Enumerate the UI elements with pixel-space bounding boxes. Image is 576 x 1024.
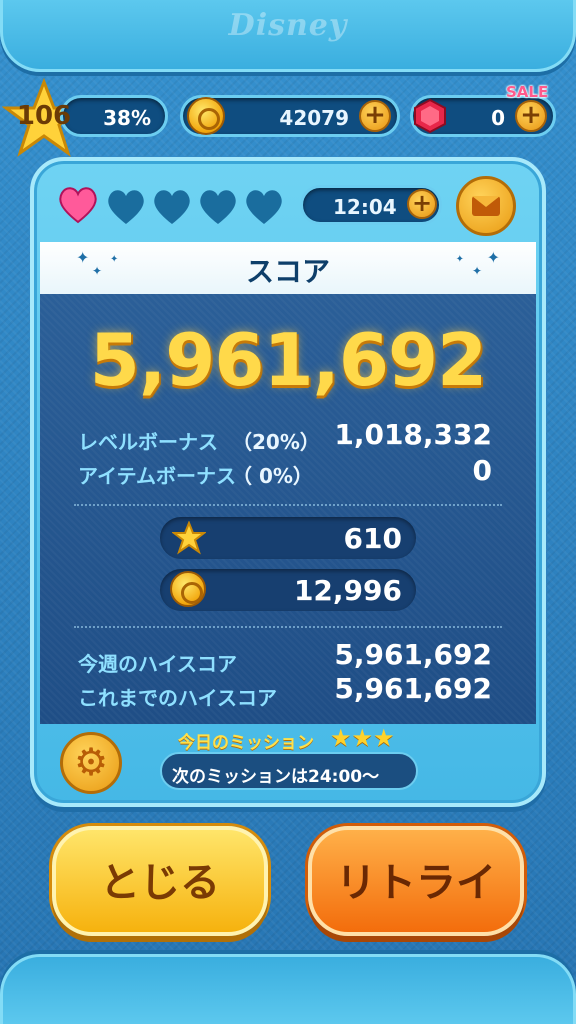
divider — [74, 626, 502, 628]
sparkle-icon: ✦ — [486, 248, 500, 267]
alltime-high-label: これまでのハイスコア — [78, 686, 277, 710]
coin-icon — [170, 571, 206, 607]
item-bonus-label: アイテムボーナス — [78, 464, 236, 488]
heart-timer-pill[interactable]: 12:04 + — [300, 185, 442, 225]
level-bonus-percent: （20%） — [232, 430, 320, 454]
final-score: 5,961,692 — [89, 318, 487, 402]
heart-icon — [154, 190, 190, 224]
coin-pill[interactable]: 42079 + — [180, 95, 400, 137]
next-mission-text: 次のミッションは24:00〜 — [172, 767, 380, 787]
exp-gained-pill: 610 — [160, 517, 416, 559]
level-bonus-value: 1,018,332 — [334, 418, 492, 451]
next-mission-pill[interactable]: 次のミッションは24:00〜 — [160, 752, 418, 790]
settings-button[interactable]: ⚙ — [60, 732, 122, 794]
item-bonus-value: 0 — [472, 454, 492, 487]
exp-gained: 610 — [343, 522, 402, 555]
exp-percent: 38% — [103, 106, 151, 130]
disney-logo: Disney — [228, 8, 348, 43]
add-hearts-button[interactable]: + — [407, 189, 437, 219]
add-gems-button[interactable]: + — [515, 100, 547, 132]
mission-stars: ★★★ — [330, 724, 395, 752]
sparkle-icon: ✦ — [455, 254, 464, 265]
alltime-high-value: 5,961,692 — [334, 672, 492, 705]
heart-timer: 12:04 — [333, 195, 397, 219]
coins-gained: 12,996 — [293, 574, 402, 607]
heart-icon — [200, 190, 236, 224]
close-button[interactable]: とじる — [52, 826, 268, 936]
level-bonus-label: レベルボーナス — [78, 430, 218, 454]
sparkle-icon: ✦ — [110, 254, 119, 265]
heart-icon — [246, 190, 282, 224]
sparkle-icon: ✦ — [76, 248, 90, 267]
mail-button[interactable] — [456, 176, 516, 236]
weekly-high-value: 5,961,692 — [334, 638, 492, 671]
divider — [74, 504, 502, 506]
retry-button[interactable]: リトライ — [308, 826, 524, 936]
top-banner: Disney — [0, 0, 576, 72]
add-coins-button[interactable]: + — [359, 100, 391, 132]
coins-gained-pill: 12,996 — [160, 569, 416, 611]
sale-badge[interactable]: SALE — [506, 83, 548, 101]
coin-count: 42079 — [279, 106, 349, 130]
gem-count: 0 — [491, 106, 505, 130]
sparkle-icon: ✦ — [471, 264, 482, 278]
coin-icon — [187, 97, 225, 135]
bottom-banner — [0, 954, 576, 1024]
sparkle-icon: ✦ — [92, 264, 103, 278]
gear-icon: ⚙ — [73, 740, 109, 784]
mail-icon — [472, 196, 500, 216]
weekly-high-label: 今週のハイスコア — [78, 652, 237, 676]
star-icon — [172, 521, 206, 555]
heart-icon — [59, 187, 97, 224]
heart-icon — [108, 190, 144, 224]
level-number: 106 — [16, 101, 72, 131]
item-bonus-percent: （ 0%） — [232, 464, 313, 488]
score-header: スコア ✦ ✦ ✦ ✦ ✦ ✦ — [40, 242, 536, 294]
gem-icon — [414, 98, 446, 134]
mission-title: 今日のミッション — [178, 733, 314, 753]
